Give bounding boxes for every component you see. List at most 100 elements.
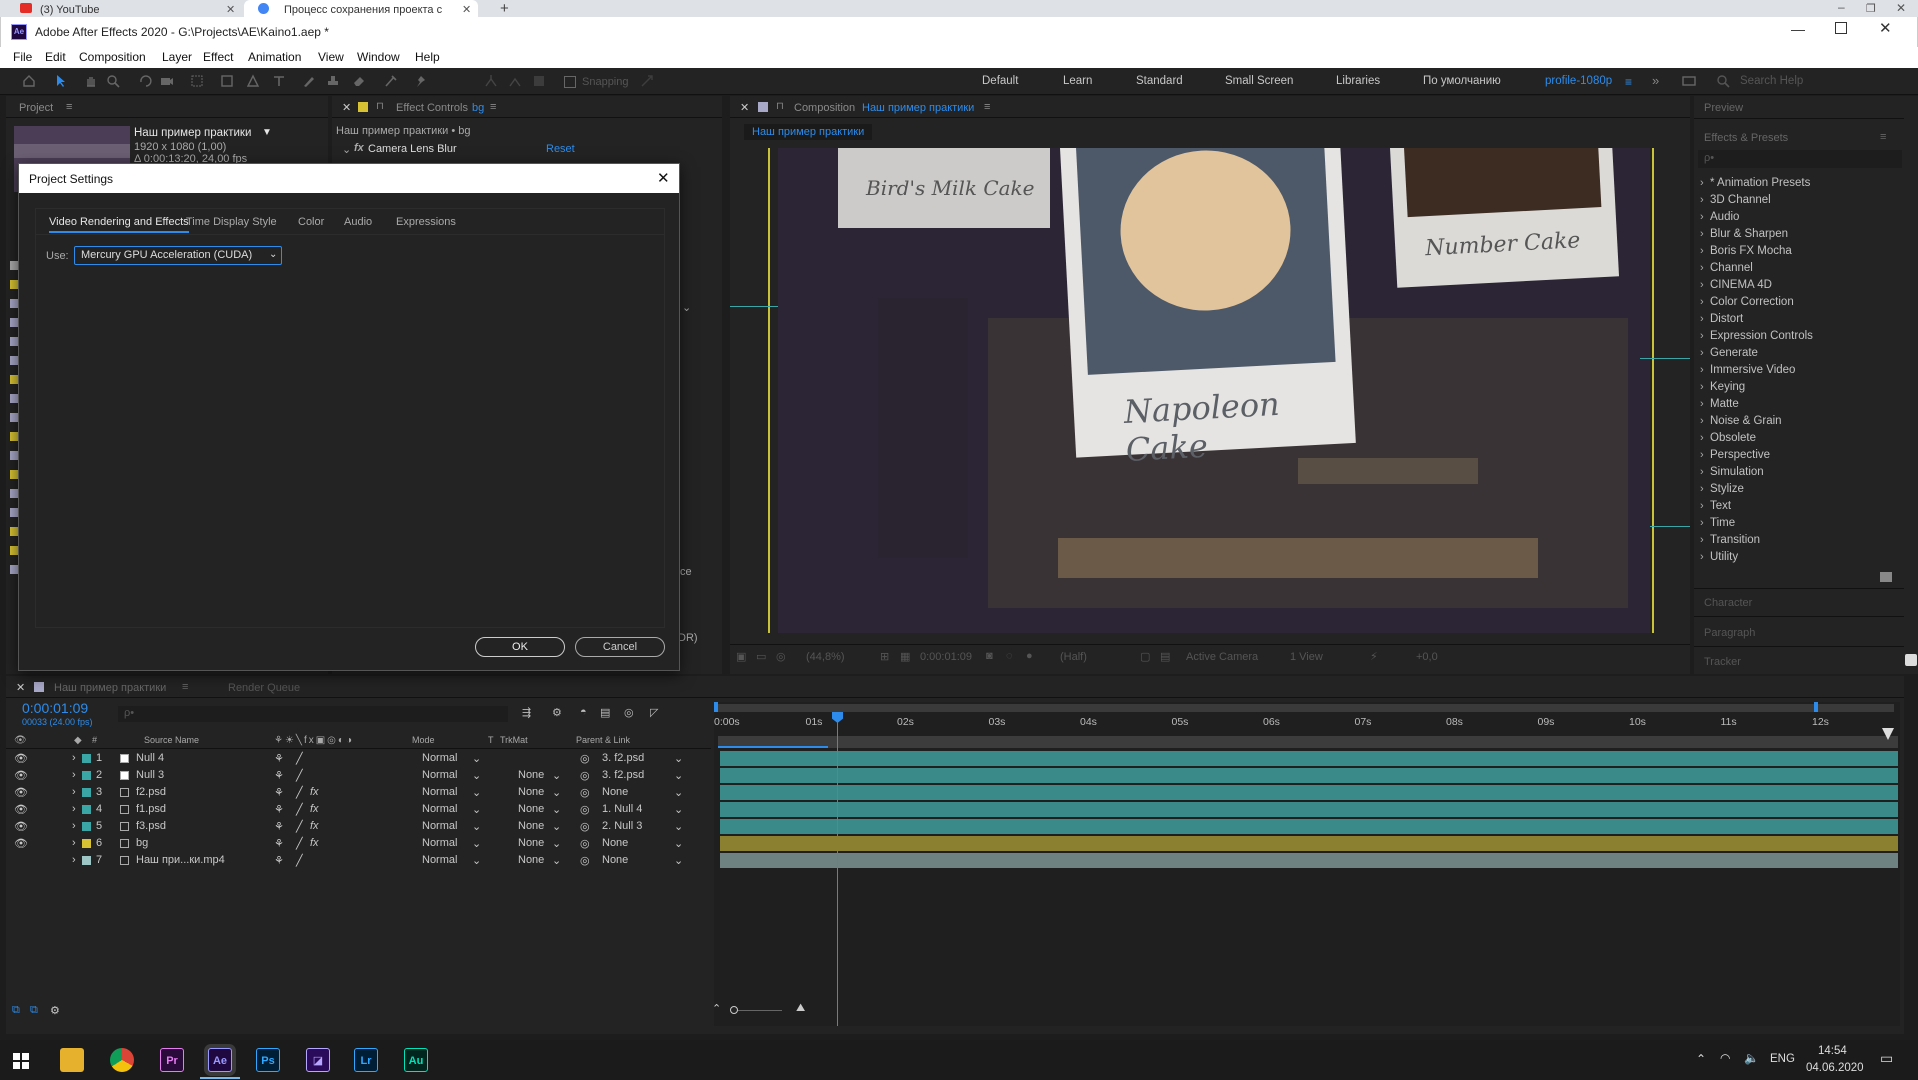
- premiere-icon[interactable]: Pr: [160, 1048, 184, 1072]
- expand-arrow-icon[interactable]: ›: [1700, 194, 1704, 206]
- roto-brush-tool-icon[interactable]: [384, 74, 398, 88]
- close-window-icon[interactable]: ✕: [1879, 19, 1892, 37]
- input-language[interactable]: ENG: [1770, 1053, 1795, 1065]
- workspace-po-umolchaniyu[interactable]: По умолчанию: [1423, 75, 1501, 87]
- expand-transfer-controls-icon[interactable]: ⧉: [30, 1004, 38, 1017]
- effect-controls-layer[interactable]: bg: [472, 102, 484, 114]
- effects-category-item[interactable]: › Transition: [1694, 533, 1906, 549]
- pen-tool-icon[interactable]: [246, 74, 260, 88]
- world-axis-icon[interactable]: [508, 74, 522, 88]
- snapping-checkbox[interactable]: [564, 76, 576, 88]
- menu-animation[interactable]: Animation: [248, 50, 301, 64]
- effects-category-item[interactable]: › * Animation Presets: [1694, 176, 1906, 192]
- close-panel-icon[interactable]: ✕: [342, 101, 351, 114]
- close-tab-icon[interactable]: ✕: [226, 3, 235, 16]
- type-tool-icon[interactable]: [272, 74, 286, 88]
- lightroom-icon[interactable]: Lr: [354, 1048, 378, 1072]
- browser-tab-process[interactable]: Процесс сохранения проекта с: [244, 0, 478, 17]
- expand-arrow-icon[interactable]: ›: [1700, 177, 1704, 189]
- tracker-panel-tab[interactable]: Tracker: [1704, 656, 1741, 668]
- transparency-icon[interactable]: ▦: [900, 650, 910, 663]
- tab-video-rendering[interactable]: Video Rendering and Effects: [49, 216, 189, 233]
- composition-tab-prefix[interactable]: Composition: [794, 102, 855, 114]
- effects-category-item[interactable]: › Noise & Grain: [1694, 414, 1906, 430]
- expand-arrow-icon[interactable]: ›: [1700, 551, 1704, 563]
- zoom-out-icon[interactable]: ⌃: [712, 1002, 721, 1015]
- effects-category-item[interactable]: › Channel: [1694, 261, 1906, 277]
- menu-composition[interactable]: Composition: [79, 50, 146, 64]
- after-effects-icon[interactable]: Ae: [208, 1048, 232, 1072]
- effects-category-item[interactable]: › Generate: [1694, 346, 1906, 362]
- reset-link[interactable]: Reset: [546, 143, 575, 155]
- effects-category-item[interactable]: › CINEMA 4D: [1694, 278, 1906, 294]
- expand-arrow-icon[interactable]: ›: [1700, 500, 1704, 512]
- fx-icon[interactable]: fx: [354, 142, 364, 154]
- expand-arrow-icon[interactable]: ›: [1700, 245, 1704, 257]
- search-help-input[interactable]: Search Help: [1740, 75, 1803, 87]
- workspace-default[interactable]: Default: [982, 75, 1018, 87]
- show-hidden-icons-icon[interactable]: ⌃: [1696, 1052, 1706, 1066]
- ok-button[interactable]: OK: [475, 637, 565, 657]
- region-of-interest-icon[interactable]: ▢: [1140, 650, 1150, 663]
- browser-minimize-icon[interactable]: –: [1838, 0, 1845, 14]
- show-snapshot-icon[interactable]: ◌: [1006, 650, 1013, 662]
- zoom-in-icon[interactable]: ⛰: [796, 1002, 805, 1015]
- effects-category-item[interactable]: › Matte: [1694, 397, 1906, 413]
- expand-arrow-icon[interactable]: ›: [1700, 228, 1704, 240]
- layer-duration-bar[interactable]: [720, 819, 1898, 834]
- menu-window[interactable]: Window: [357, 50, 400, 64]
- scroll-thumb-icon[interactable]: [1905, 654, 1917, 666]
- photoshop-icon[interactable]: Ps: [256, 1048, 280, 1072]
- panel-menu-icon[interactable]: ≡: [984, 101, 990, 113]
- effects-category-item[interactable]: › Stylize: [1694, 482, 1906, 498]
- expand-arrow-icon[interactable]: ›: [1700, 330, 1704, 342]
- view-axis-icon[interactable]: [532, 74, 546, 88]
- browser-tab-youtube[interactable]: (3) YouTube: [0, 0, 240, 17]
- expand-arrow-icon[interactable]: ›: [1700, 313, 1704, 325]
- effects-search-input[interactable]: ρ•: [1698, 150, 1902, 168]
- expand-arrow-icon[interactable]: ›: [1700, 483, 1704, 495]
- clock-time[interactable]: 14:54: [1818, 1045, 1847, 1057]
- workspace-menu-icon[interactable]: ≡: [1625, 75, 1632, 89]
- renderer-select[interactable]: Mercury GPU Acceleration (CUDA) ⌄: [74, 246, 282, 265]
- expand-arrow-icon[interactable]: ›: [1700, 364, 1704, 376]
- audition-icon[interactable]: Au: [404, 1048, 428, 1072]
- rectangle-tool-icon[interactable]: [220, 74, 234, 88]
- effects-category-item[interactable]: › Blur & Sharpen: [1694, 227, 1906, 243]
- layer-duration-bar[interactable]: [720, 802, 1898, 817]
- resolution-select[interactable]: (Half): [1060, 651, 1087, 663]
- layer-duration-bar[interactable]: [720, 836, 1898, 851]
- chrome-icon[interactable]: [110, 1048, 134, 1072]
- media-encoder-icon[interactable]: ◪: [306, 1048, 330, 1072]
- always-preview-icon[interactable]: ▣: [736, 650, 746, 663]
- selection-tool-icon[interactable]: [54, 74, 68, 88]
- snapshot-icon[interactable]: ◙: [986, 650, 993, 662]
- local-axis-icon[interactable]: [484, 74, 498, 88]
- effects-category-item[interactable]: › Distort: [1694, 312, 1906, 328]
- new-bin-icon[interactable]: [1880, 572, 1892, 582]
- close-tab-icon[interactable]: ✕: [462, 3, 471, 16]
- comp-viewer[interactable]: Bird's Milk Cake Napoleon Cake Number Ca…: [778, 148, 1650, 633]
- panel-menu-icon[interactable]: ≡: [1880, 131, 1886, 143]
- volume-icon[interactable]: 🔈: [1744, 1051, 1759, 1065]
- expand-arrow-icon[interactable]: ›: [1700, 211, 1704, 223]
- effects-category-item[interactable]: › 3D Channel: [1694, 193, 1906, 209]
- workspace-libraries[interactable]: Libraries: [1336, 75, 1380, 87]
- expand-arrow-icon[interactable]: ›: [1700, 432, 1704, 444]
- effects-category-item[interactable]: › Color Correction: [1694, 295, 1906, 311]
- layer-duration-bar[interactable]: [720, 785, 1898, 800]
- expand-arrow-icon[interactable]: ›: [1700, 449, 1704, 461]
- menu-file[interactable]: File: [13, 50, 32, 64]
- project-tab[interactable]: Project: [19, 102, 53, 114]
- grid-icon[interactable]: ⊞: [880, 650, 889, 663]
- dropdown-arrow-icon[interactable]: ⌄: [682, 301, 691, 314]
- tab-time-display-style[interactable]: Time Display Style: [186, 216, 277, 228]
- channel-icon[interactable]: ●: [1026, 650, 1033, 662]
- expand-arrow-icon[interactable]: ›: [1700, 415, 1704, 427]
- composition-tab-name[interactable]: Наш пример практики: [862, 102, 974, 114]
- tab-expressions[interactable]: Expressions: [396, 216, 456, 228]
- notifications-icon[interactable]: ▭: [1880, 1050, 1893, 1067]
- clock-date[interactable]: 04.06.2020: [1806, 1062, 1864, 1074]
- expand-arrow-icon[interactable]: ›: [1700, 347, 1704, 359]
- eraser-tool-icon[interactable]: [352, 74, 366, 88]
